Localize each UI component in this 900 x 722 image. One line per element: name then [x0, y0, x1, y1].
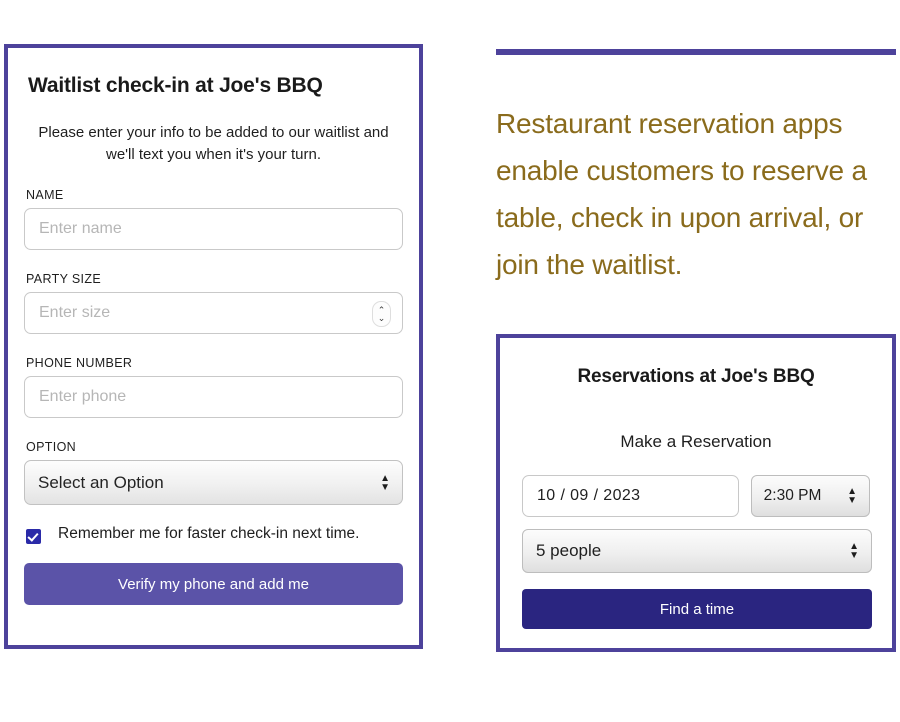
name-input-wrapper	[24, 208, 403, 250]
top-divider-rule	[496, 49, 896, 55]
reservation-time-value: 2:30 PM	[763, 487, 822, 504]
party-select-arrows-icon[interactable]: ▲ ▼	[849, 542, 859, 561]
reservation-date-value: 10 / 09 / 2023	[537, 487, 641, 504]
reservations-title: Reservations at Joe's BBQ	[577, 366, 815, 387]
caret-down-icon: ▼	[847, 495, 857, 506]
party-size-field-label: PARTY SIZE	[26, 272, 102, 286]
caret-down-icon: ▼	[849, 550, 859, 561]
remember-me-checkbox[interactable]	[26, 529, 41, 544]
reservation-date-field[interactable]: 10 / 09 / 2023	[522, 475, 739, 517]
remember-me-label: Remember me for faster check-in next tim…	[58, 525, 360, 542]
reservations-card: Reservations at Joe's BBQ Make a Reserva…	[496, 334, 896, 652]
make-a-reservation-subtitle: Make a Reservation	[620, 432, 772, 451]
name-field-label: NAME	[26, 188, 64, 202]
remember-me-row[interactable]: Remember me for faster check-in next tim…	[26, 523, 405, 545]
chevron-down-icon[interactable]: ⌄	[378, 314, 386, 323]
name-input[interactable]	[24, 208, 403, 250]
phone-input[interactable]	[24, 376, 403, 418]
waitlist-check-in-card: Waitlist check-in at Joe's BBQ Please en…	[4, 44, 423, 649]
verify-phone-and-add-me-button[interactable]: Verify my phone and add me	[24, 563, 403, 605]
find-a-time-button[interactable]: Find a time	[522, 589, 872, 629]
option-select-value: Select an Option	[38, 472, 164, 492]
time-select-arrows-icon[interactable]: ▲ ▼	[847, 487, 857, 506]
date-time-row: 10 / 09 / 2023 2:30 PM ▲ ▼	[522, 475, 870, 517]
party-size-value: 5 people	[536, 541, 602, 560]
callout-text: Restaurant reservation apps enable custo…	[496, 108, 867, 280]
caret-down-icon: ▼	[380, 481, 390, 493]
phone-field-label: PHONE NUMBER	[26, 356, 133, 370]
phone-input-wrapper	[24, 376, 403, 418]
reservation-time-select[interactable]: 2:30 PM ▲ ▼	[750, 475, 870, 517]
option-select[interactable]: Select an Option ▲ ▼	[24, 460, 403, 505]
waitlist-title: Waitlist check-in at Joe's BBQ	[28, 74, 323, 97]
select-arrows-icon[interactable]: ▲ ▼	[380, 473, 390, 493]
party-size-input-wrapper: ⌃ ⌄	[24, 292, 403, 334]
party-size-select[interactable]: 5 people ▲ ▼	[522, 529, 872, 573]
party-size-stepper[interactable]: ⌃ ⌄	[372, 301, 391, 327]
option-field-label: OPTION	[26, 440, 77, 454]
party-size-input[interactable]	[24, 292, 403, 334]
waitlist-subtitle: Please enter your info to be added to ou…	[38, 124, 389, 163]
